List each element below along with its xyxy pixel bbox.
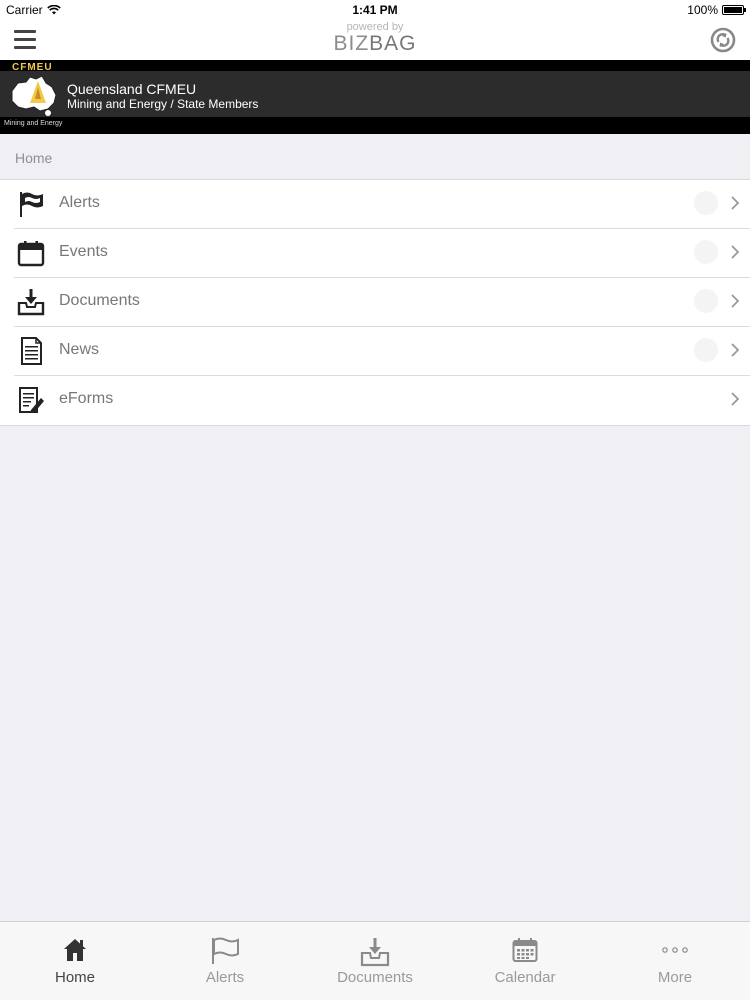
flag-icon bbox=[20, 192, 43, 217]
menu-item-documents[interactable]: Documents bbox=[14, 278, 750, 327]
brand-name: BIZBAG bbox=[0, 33, 750, 55]
cfmeu-logo-icon bbox=[11, 75, 57, 116]
banner-subtitle: Mining and Energy bbox=[4, 120, 63, 127]
tab-label: Alerts bbox=[205, 969, 245, 986]
inbox-download-icon bbox=[360, 938, 390, 967]
menu-item-label: Documents bbox=[59, 292, 140, 309]
battery-indicator: 100% bbox=[687, 3, 746, 17]
calendar-icon bbox=[512, 938, 538, 962]
count-badge bbox=[694, 240, 718, 264]
inbox-download-icon bbox=[17, 289, 45, 316]
tab-alerts[interactable]: Alerts bbox=[150, 922, 300, 1000]
tab-label: More bbox=[657, 969, 693, 986]
menu-item-label: Events bbox=[59, 243, 108, 260]
organisation-name: Queensland CFMEU bbox=[67, 81, 197, 97]
brand-name-left: BIZ bbox=[333, 32, 370, 55]
count-badge bbox=[694, 191, 718, 215]
clock: 1:41 PM bbox=[352, 3, 398, 17]
more-dots-icon bbox=[662, 947, 688, 953]
calendar-icon bbox=[17, 241, 45, 267]
form-edit-icon bbox=[19, 387, 44, 413]
section-title: Home bbox=[15, 150, 53, 166]
count-badge bbox=[694, 338, 718, 362]
menu-item-label: Alerts bbox=[59, 194, 100, 211]
sync-icon bbox=[710, 27, 736, 53]
chevron-right-icon bbox=[731, 294, 740, 308]
menu-item-label: eForms bbox=[59, 390, 114, 407]
menu-item-news[interactable]: News bbox=[14, 327, 750, 376]
menu-item-events[interactable]: Events bbox=[14, 229, 750, 278]
menu-item-eforms[interactable]: eForms bbox=[14, 376, 750, 425]
tab-documents[interactable]: Documents bbox=[300, 922, 450, 1000]
cfmeu-tag: CFMEU bbox=[12, 62, 53, 73]
organisation-description: Mining and Energy / State Members bbox=[67, 97, 259, 111]
chevron-right-icon bbox=[731, 196, 740, 210]
flag-icon bbox=[212, 937, 239, 964]
tab-label: Calendar bbox=[494, 969, 556, 986]
tab-label: Documents bbox=[337, 969, 413, 986]
brand-logo: powered by BIZBAG bbox=[0, 21, 750, 55]
nav-bar: powered by BIZBAG bbox=[0, 20, 750, 60]
chevron-right-icon bbox=[731, 343, 740, 357]
brand-name-right: BAG bbox=[369, 32, 417, 55]
chevron-right-icon bbox=[731, 245, 740, 259]
tab-home[interactable]: Home bbox=[0, 922, 150, 1000]
tab-bar: Home Alerts Documents Calendar More bbox=[0, 921, 750, 1000]
sync-button[interactable] bbox=[710, 27, 736, 58]
organisation-banner: CFMEU Mining and Energy Queensland CFMEU… bbox=[0, 60, 750, 134]
chevron-right-icon bbox=[731, 392, 740, 406]
tab-more[interactable]: More bbox=[600, 922, 750, 1000]
organisation-info: Queensland CFMEU Mining and Energy / Sta… bbox=[67, 81, 258, 112]
tab-label: Home bbox=[54, 969, 95, 986]
menu-list: Alerts Events Documents News eForms bbox=[0, 179, 750, 426]
document-icon bbox=[21, 337, 42, 365]
battery-icon bbox=[722, 5, 746, 15]
home-icon bbox=[64, 939, 86, 961]
menu-item-label: News bbox=[59, 341, 100, 358]
status-bar: Carrier 1:41 PM 100% bbox=[0, 0, 750, 20]
battery-percent: 100% bbox=[687, 3, 718, 17]
tab-calendar[interactable]: Calendar bbox=[450, 922, 600, 1000]
count-badge bbox=[694, 289, 718, 313]
menu-item-alerts[interactable]: Alerts bbox=[14, 180, 750, 229]
